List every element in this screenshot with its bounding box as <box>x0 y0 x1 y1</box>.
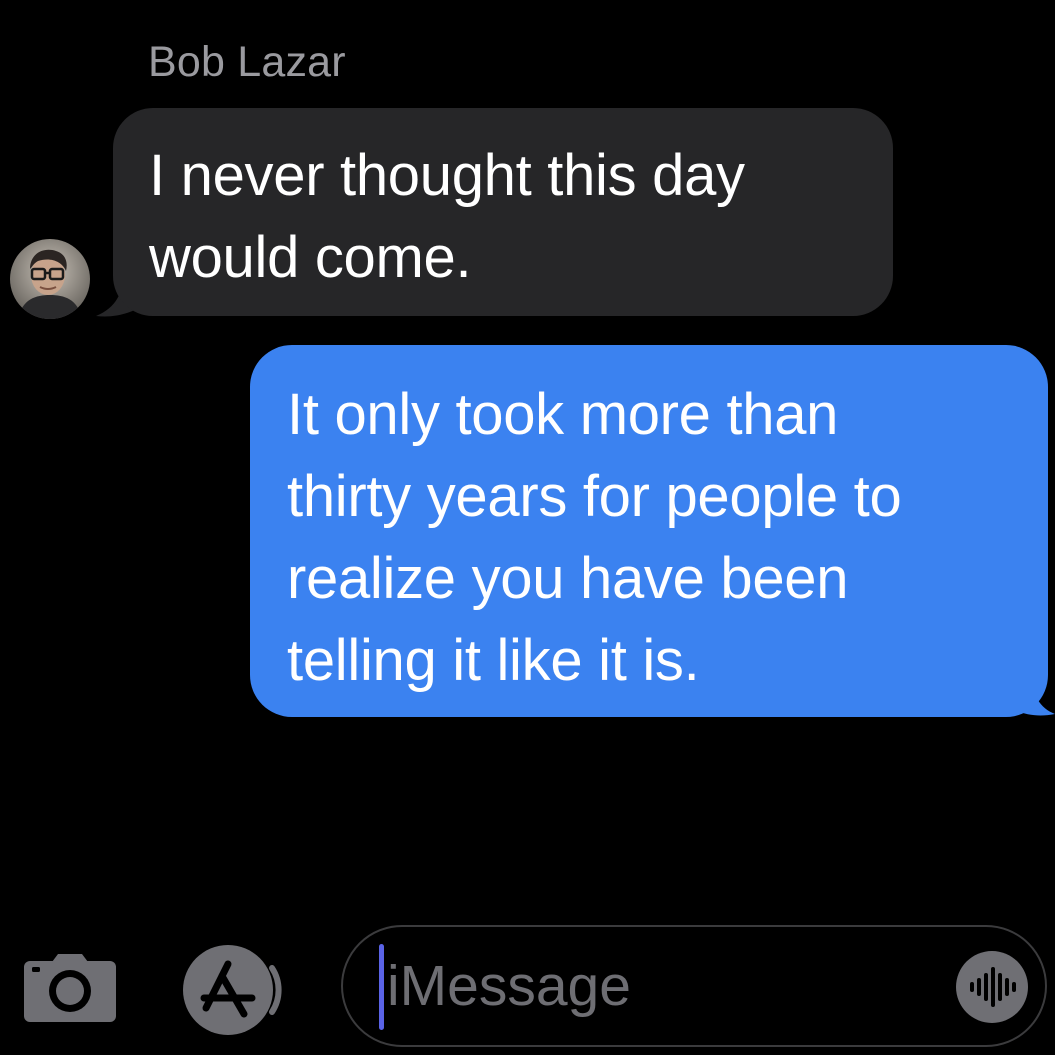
message-input[interactable]: iMessage <box>341 925 1047 1047</box>
audio-waveform-icon <box>970 967 1016 1007</box>
app-store-button[interactable] <box>180 942 292 1043</box>
app-store-icon <box>183 945 282 1035</box>
outgoing-message-bubble[interactable]: It only took more than thirty years for … <box>250 345 1048 717</box>
outgoing-message-text: It only took more than thirty years for … <box>287 382 902 693</box>
text-cursor <box>379 944 384 1030</box>
avatar-image <box>10 239 90 319</box>
message-input-placeholder: iMessage <box>387 954 631 1018</box>
camera-button[interactable] <box>22 952 118 1029</box>
camera-icon <box>24 954 116 1022</box>
sender-name: Bob Lazar <box>148 38 346 86</box>
incoming-message-bubble[interactable]: I never thought this day would come. <box>113 108 893 316</box>
contact-avatar[interactable] <box>10 239 90 319</box>
incoming-message-text: I never thought this day would come. <box>149 143 745 290</box>
audio-message-button[interactable] <box>956 951 1028 1023</box>
